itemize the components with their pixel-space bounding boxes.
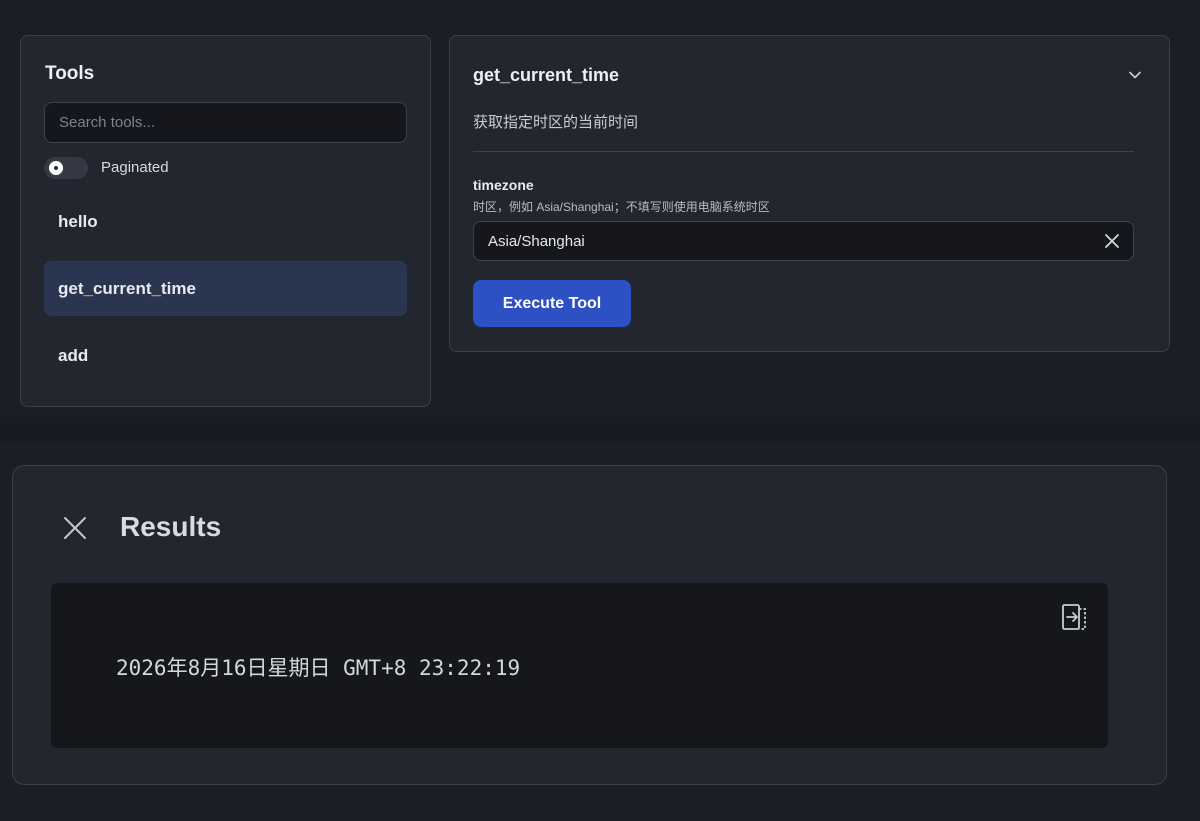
tool-item-hello[interactable]: hello <box>44 194 407 249</box>
param-name: timezone <box>473 177 534 193</box>
close-icon[interactable] <box>1102 231 1122 251</box>
tool-item-get-current-time[interactable]: get_current_time <box>44 261 407 316</box>
results-output-box: 2026年8月16日星期日 GMT+8 23:22:19 <box>51 583 1108 748</box>
tool-item-label: hello <box>58 211 98 231</box>
tool-description: 获取指定时区的当前时间 <box>473 114 639 131</box>
tools-panel: Tools Paginated hello get_current_time a… <box>20 35 431 407</box>
tool-item-label: get_current_time <box>58 278 196 298</box>
tool-detail-title: get_current_time <box>473 65 620 85</box>
param-hint: 时区，例如 Asia/Shanghai；不填写则使用电脑系统时区 <box>473 200 770 214</box>
search-tools-input[interactable] <box>44 102 407 143</box>
results-output-text: 2026年8月16日星期日 GMT+8 23:22:19 <box>116 656 521 680</box>
timezone-input[interactable] <box>473 221 1134 261</box>
paginated-label: Paginated <box>101 159 169 176</box>
execute-tool-button[interactable]: Execute Tool <box>473 280 631 327</box>
chevron-down-icon[interactable] <box>1126 66 1144 84</box>
detail-divider <box>473 151 1134 152</box>
results-title: Results <box>120 511 222 542</box>
tool-detail-panel: get_current_time 获取指定时区的当前时间 timezone 时区… <box>449 35 1170 352</box>
copy-icon[interactable] <box>1060 602 1090 632</box>
tool-item-label: add <box>58 345 89 365</box>
close-icon[interactable] <box>62 515 88 541</box>
divider-band <box>0 417 1200 442</box>
results-panel: Results 2026年8月16日星期日 GMT+8 23:22:19 <box>12 465 1167 785</box>
paginated-toggle[interactable] <box>44 157 88 179</box>
tools-title: Tools <box>45 63 95 84</box>
toggle-knob <box>49 161 63 175</box>
tool-item-add[interactable]: add <box>44 328 407 383</box>
